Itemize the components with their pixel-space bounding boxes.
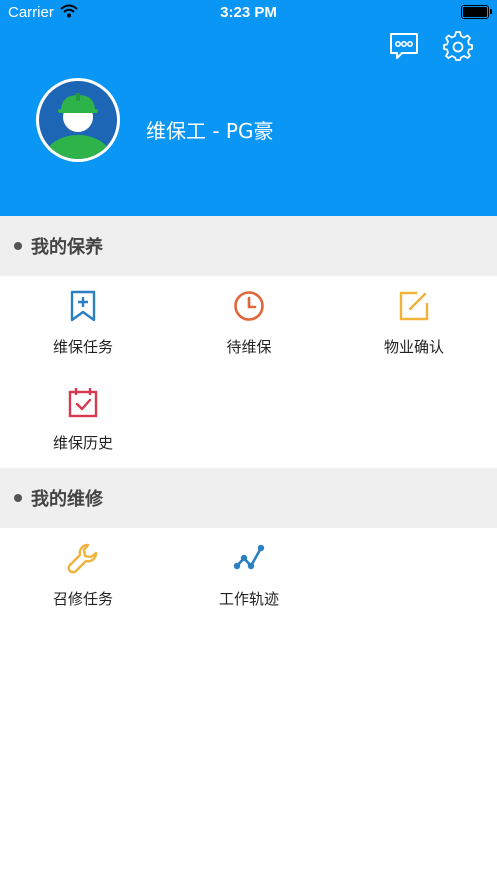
user-name: 维保工 - PG豪	[146, 119, 274, 143]
tile-label: 待维保	[226, 338, 272, 356]
section-repair: 我的维修	[0, 468, 497, 528]
bookmark-plus-icon	[70, 290, 96, 322]
tile-label: 召修任务	[52, 590, 113, 608]
status-time: 3:23 PM	[220, 4, 277, 21]
tile-repair-tasks[interactable]: 召修任务	[0, 528, 166, 624]
wrench-icon	[67, 543, 98, 574]
worker-helmet-icon	[42, 93, 114, 159]
tile-label: 工作轨迹	[218, 590, 279, 608]
clock-icon	[234, 291, 264, 321]
tile-label: 维保任务	[52, 338, 113, 356]
calendar-check-icon	[68, 388, 98, 418]
section-maintenance: 我的保养	[0, 216, 497, 276]
section-title: 我的保养	[31, 237, 103, 258]
track-line-icon	[233, 544, 265, 570]
tile-label: 物业确认	[383, 338, 444, 356]
section-title: 我的维修	[31, 489, 103, 510]
tile-label: 维保历史	[52, 434, 113, 452]
tile-work-track[interactable]: 工作轨迹	[166, 528, 332, 624]
edit-square-icon	[399, 291, 429, 321]
bullet-dot	[14, 494, 22, 502]
message-icon[interactable]	[388, 30, 420, 62]
profile-header: Carrier 3:23 PM 维保工 - PG豪	[0, 0, 497, 216]
tile-maintenance-tasks[interactable]: 维保任务	[0, 276, 166, 372]
tile-property-confirm[interactable]: 物业确认	[331, 276, 497, 372]
battery-icon	[461, 5, 492, 19]
bullet-dot	[14, 242, 22, 250]
tile-pending-maintenance[interactable]: 待维保	[166, 276, 332, 372]
settings-gear-icon[interactable]	[442, 30, 474, 62]
status-bar: Carrier 3:23 PM	[0, 0, 497, 26]
tile-maintenance-history[interactable]: 维保历史	[0, 372, 166, 468]
avatar[interactable]	[36, 78, 120, 162]
